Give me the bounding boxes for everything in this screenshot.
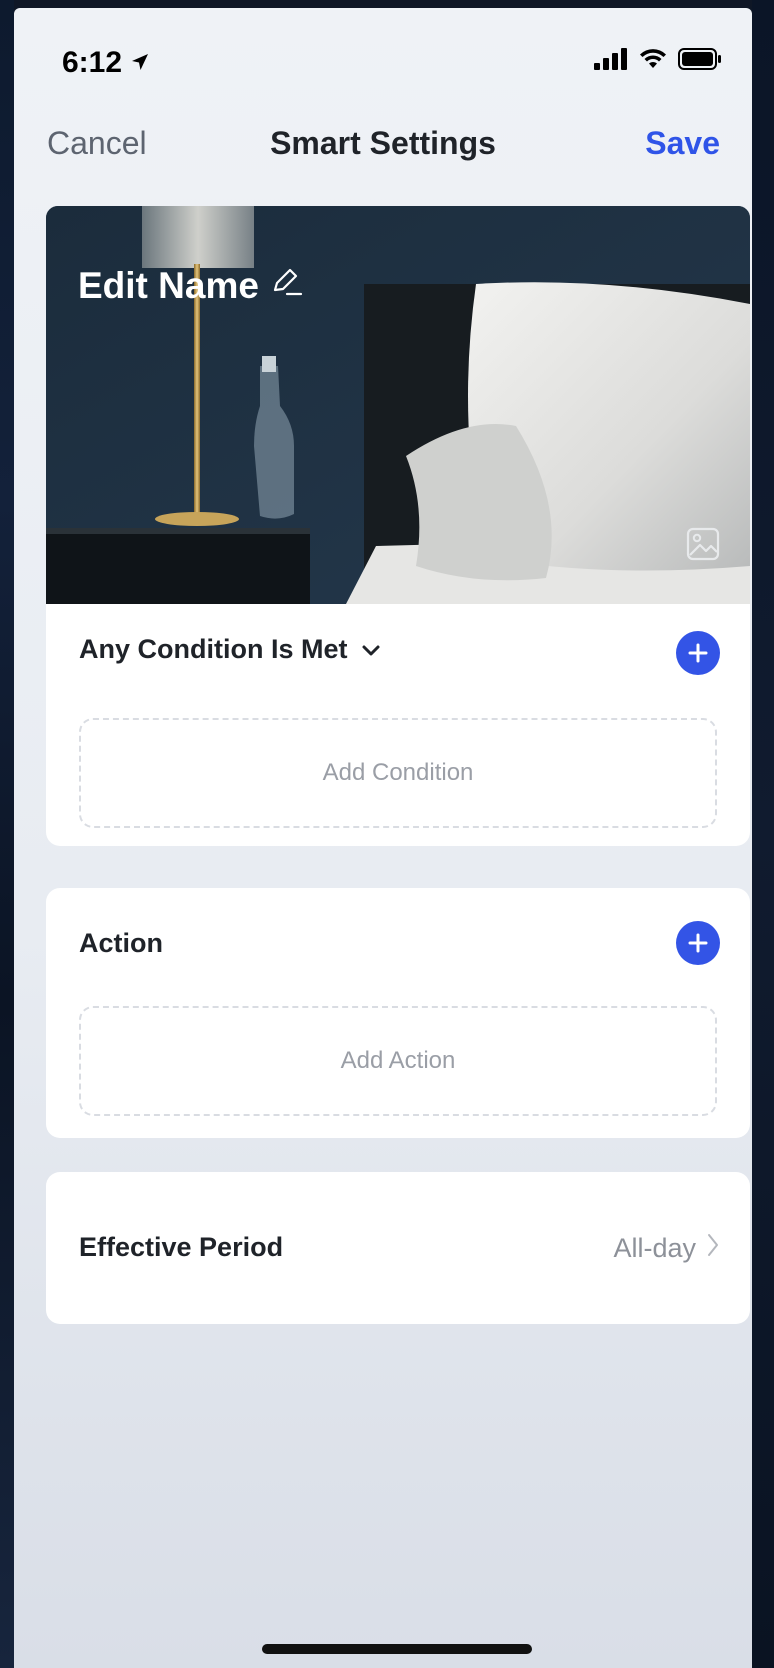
action-header: Action	[79, 928, 163, 958]
save-button[interactable]: Save	[645, 125, 720, 162]
edit-name-button[interactable]: Edit Name	[78, 264, 303, 307]
home-indicator[interactable]	[262, 1644, 532, 1654]
effective-period-value-group: All-day	[613, 1232, 720, 1265]
phone-screen: 6:12 Cancel Smart Settings Save Edit Nam…	[14, 8, 752, 1668]
condition-header: Any Condition Is Met	[79, 634, 348, 664]
location-arrow-icon	[130, 46, 150, 80]
plus-icon	[688, 643, 708, 663]
status-bar: 6:12	[14, 8, 752, 103]
wifi-icon	[638, 48, 668, 75]
page-title: Smart Settings	[270, 125, 496, 161]
add-action-placeholder[interactable]: Add Action	[79, 1006, 717, 1116]
scene-name-label: Edit Name	[78, 264, 259, 306]
add-condition-placeholder[interactable]: Add Condition	[79, 718, 717, 828]
chevron-right-icon	[706, 1232, 720, 1265]
navigation-bar: Cancel Smart Settings Save	[14, 113, 752, 183]
device-bezel-right	[752, 0, 774, 1668]
pencil-icon	[269, 264, 303, 307]
add-action-button[interactable]	[676, 921, 720, 965]
effective-period-row[interactable]: Effective Period All-day	[46, 1172, 750, 1324]
action-card: Action Add Action	[46, 888, 750, 1138]
condition-card: Any Condition Is Met Add Condition	[46, 604, 750, 846]
device-bezel-left	[0, 0, 14, 1668]
effective-period-value: All-day	[613, 1233, 696, 1263]
signal-icon	[594, 48, 628, 75]
status-icons	[594, 48, 722, 75]
image-icon[interactable]	[686, 527, 720, 566]
battery-icon	[678, 48, 722, 75]
status-time-text: 6:12	[62, 46, 123, 79]
status-time: 6:12	[62, 46, 150, 80]
add-condition-button[interactable]	[676, 631, 720, 675]
scene-cover-image[interactable]: Edit Name	[46, 206, 750, 604]
condition-selector[interactable]: Any Condition Is Met	[79, 634, 381, 665]
chevron-down-icon	[361, 634, 381, 665]
plus-icon	[688, 933, 708, 953]
effective-period-label: Effective Period	[79, 1232, 284, 1262]
